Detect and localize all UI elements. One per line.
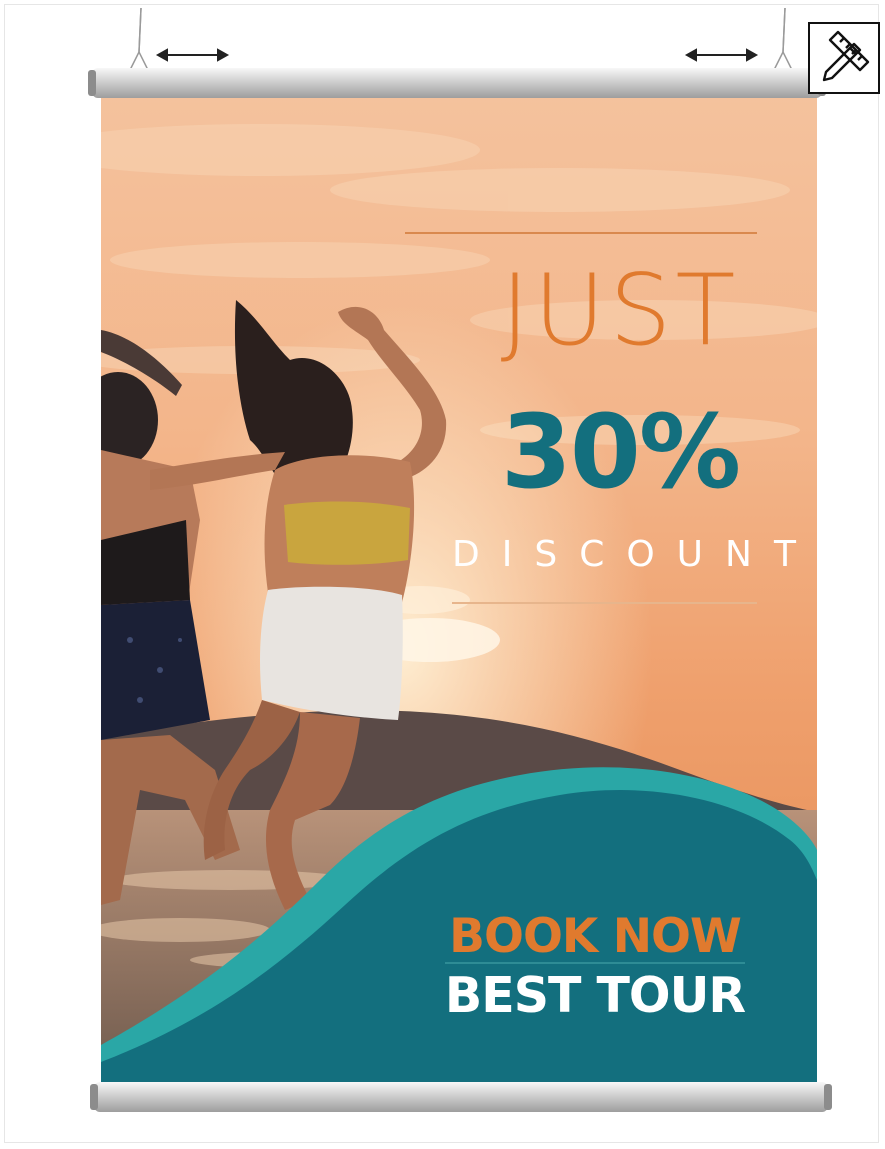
cta-divider: [445, 962, 745, 964]
headline-just: JUST: [500, 254, 740, 368]
book-now-text: BOOK NOW: [449, 909, 742, 964]
adjust-arrow-icon: [155, 48, 759, 62]
ruler-pencil-button[interactable]: [808, 22, 880, 94]
best-tour-text: BEST TOUR: [444, 967, 746, 1024]
top-rail: [88, 68, 826, 98]
ruler-pencil-icon: [822, 30, 870, 82]
top-divider: [405, 232, 757, 234]
discount-label: DISCOUNT: [452, 534, 818, 575]
discount-value: 30%: [500, 393, 741, 512]
bottom-divider: [452, 602, 757, 604]
hanging-wire: [129, 7, 793, 71]
bottom-rail: [90, 1082, 832, 1112]
